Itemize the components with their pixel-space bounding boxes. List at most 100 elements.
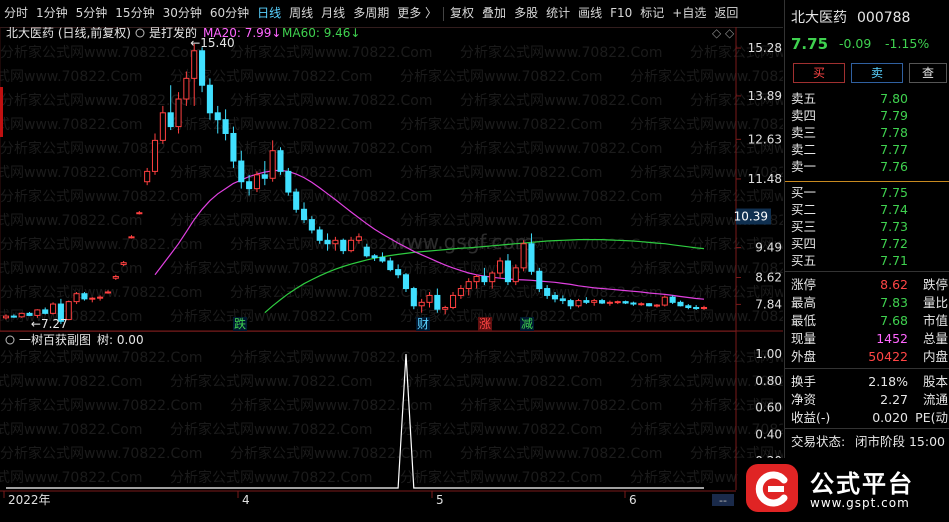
bid-label: 买二 bbox=[791, 202, 817, 217]
candle-body bbox=[583, 300, 590, 303]
bg-watermark: 分析家公式网www.70822.Com bbox=[0, 421, 142, 438]
candle-body bbox=[144, 170, 151, 183]
candle-body bbox=[598, 300, 606, 304]
sub-indicator-chart[interactable]: 分析家公式网www.70822.Com 分析家公式网www.70822.Com 分析… bbox=[0, 332, 783, 490]
candle bbox=[669, 295, 676, 305]
candlestick-chart[interactable]: 分析家公式网www.70822.Com 分析家公式网www.70822.Com 分析… bbox=[0, 27, 783, 332]
ask-label: 卖四 bbox=[791, 108, 817, 123]
fin-label-right: 流通 bbox=[922, 392, 948, 407]
buy-button[interactable]: 买 bbox=[793, 63, 845, 83]
candle bbox=[151, 133, 159, 175]
date-axis-label: 5 bbox=[436, 493, 444, 507]
candle-body bbox=[26, 312, 33, 316]
stat-value: 7.83 bbox=[880, 295, 908, 310]
candle-body bbox=[285, 170, 292, 193]
date-axis-label: 6 bbox=[629, 493, 637, 507]
period-tab-3[interactable]: 15分钟 bbox=[111, 0, 158, 27]
bg-watermark: 分析家公式网www.70822.Com bbox=[460, 349, 662, 366]
bg-watermark: 分析家公式网www.70822.Com bbox=[170, 260, 372, 277]
period-tab-10[interactable]: 更多 〉 bbox=[393, 0, 441, 27]
candle bbox=[199, 47, 206, 93]
candle bbox=[379, 252, 386, 263]
period-tab-9[interactable]: 多周期 bbox=[349, 0, 393, 27]
candle bbox=[536, 267, 543, 292]
price-change: -0.09 bbox=[839, 36, 872, 51]
period-tab-8[interactable]: 月线 bbox=[317, 0, 349, 27]
ma60-label: MA60: 9.46↓ bbox=[282, 27, 360, 40]
stats-divider bbox=[785, 428, 949, 429]
fin-row: 收益(-) 0.020 PE(动 bbox=[785, 409, 949, 426]
ask-row: 卖五 7.80 bbox=[785, 90, 949, 107]
tool-button-3[interactable]: 统计 bbox=[542, 0, 574, 27]
stock-name: 北大医药 bbox=[791, 10, 847, 26]
period-tab-5[interactable]: 60分钟 bbox=[206, 0, 253, 27]
indicator-settings-icon[interactable] bbox=[135, 28, 145, 38]
candle-body bbox=[238, 160, 245, 183]
candle bbox=[300, 202, 308, 224]
bid-price: 7.74 bbox=[880, 202, 908, 217]
event-tag[interactable]: 财 bbox=[417, 317, 429, 331]
bid-price: 7.71 bbox=[880, 253, 908, 268]
stats-divider bbox=[785, 368, 949, 369]
candle bbox=[159, 105, 166, 144]
candle-body bbox=[206, 84, 213, 114]
tool-button-6[interactable]: 标记 bbox=[636, 0, 668, 27]
candle bbox=[285, 167, 292, 196]
tool-button-1[interactable]: 叠加 bbox=[478, 0, 510, 27]
stat-row: 现量 1452 总量 bbox=[785, 330, 949, 347]
stat-value: 50422 bbox=[868, 349, 908, 364]
candle-body bbox=[191, 50, 198, 79]
tool-button-4[interactable]: 画线 bbox=[574, 0, 606, 27]
bid-row: 买三 7.73 bbox=[785, 218, 949, 235]
bg-watermark: 分析家公式网www.70822.Com bbox=[230, 349, 432, 366]
period-tab-0[interactable]: 分时 bbox=[0, 0, 32, 27]
event-tag[interactable]: 跌 bbox=[234, 316, 246, 331]
candle-body bbox=[308, 219, 315, 231]
stat-value: 7.68 bbox=[880, 313, 908, 328]
candle-body bbox=[653, 304, 660, 307]
event-tag[interactable]: 减 bbox=[521, 317, 533, 331]
query-button[interactable]: 查 bbox=[909, 63, 947, 83]
fin-label: 净资 bbox=[791, 392, 817, 407]
candle-body bbox=[528, 243, 535, 272]
candle bbox=[144, 167, 151, 186]
candle-body bbox=[10, 315, 17, 318]
tool-button-7[interactable]: +自选 bbox=[668, 0, 710, 27]
bg-watermark: 分析家公式网www.70822.Com bbox=[0, 349, 202, 366]
candle-body bbox=[504, 260, 511, 283]
period-tab-1[interactable]: 1分钟 bbox=[32, 0, 72, 27]
period-tab-6[interactable]: 日线 bbox=[253, 0, 285, 27]
tool-button-5[interactable]: F10 bbox=[606, 0, 636, 27]
tool-button-0[interactable]: 复权 bbox=[446, 0, 478, 27]
candle-body bbox=[442, 306, 449, 310]
bg-watermark: 分析家公式网www.70822.Com bbox=[0, 140, 202, 157]
sell-button[interactable]: 卖 bbox=[851, 63, 903, 83]
brand-logo: 公式平台 www.gspt.com bbox=[738, 458, 949, 518]
bg-watermark: 分析家公式网www.70822.Com bbox=[170, 421, 372, 438]
candle-body bbox=[89, 297, 96, 300]
collapse-icon[interactable]: ◇ ◇ bbox=[712, 27, 735, 40]
period-tab-7[interactable]: 周线 bbox=[285, 0, 317, 27]
low-price-marker: ←7.27 bbox=[31, 317, 68, 331]
candle-body bbox=[614, 301, 621, 304]
stat-label-right: 市值 bbox=[922, 313, 948, 328]
candle-body bbox=[269, 150, 276, 179]
bg-watermark: 分析家公式网www.70822.Com bbox=[0, 68, 142, 85]
bid-label: 买三 bbox=[791, 219, 817, 234]
bg-watermark: 分析家公式网www.70822.Com bbox=[230, 445, 432, 462]
bg-watermark: 分析家公式网www.70822.Com bbox=[170, 469, 372, 486]
sub-value: 树: 0.00 bbox=[97, 332, 144, 347]
sub-settings-icon[interactable] bbox=[5, 335, 15, 345]
current-price-tag-text: 10.39 bbox=[734, 210, 768, 224]
high-price-marker: ←15.40 bbox=[190, 36, 234, 50]
tool-button-8[interactable]: 返回 bbox=[710, 0, 742, 27]
trade-state-row: 交易状态: 闭市阶段 15:00 bbox=[785, 433, 949, 450]
event-tag[interactable]: 涨 bbox=[479, 316, 491, 331]
candle-body bbox=[136, 212, 143, 215]
period-tab-2[interactable]: 5分钟 bbox=[72, 0, 112, 27]
tool-button-2[interactable]: 多股 bbox=[510, 0, 542, 27]
candle-body bbox=[387, 260, 394, 271]
bg-watermark: 分析家公式网www.70822.Com bbox=[630, 116, 783, 133]
candle bbox=[387, 257, 394, 272]
period-tab-4[interactable]: 30分钟 bbox=[159, 0, 206, 27]
